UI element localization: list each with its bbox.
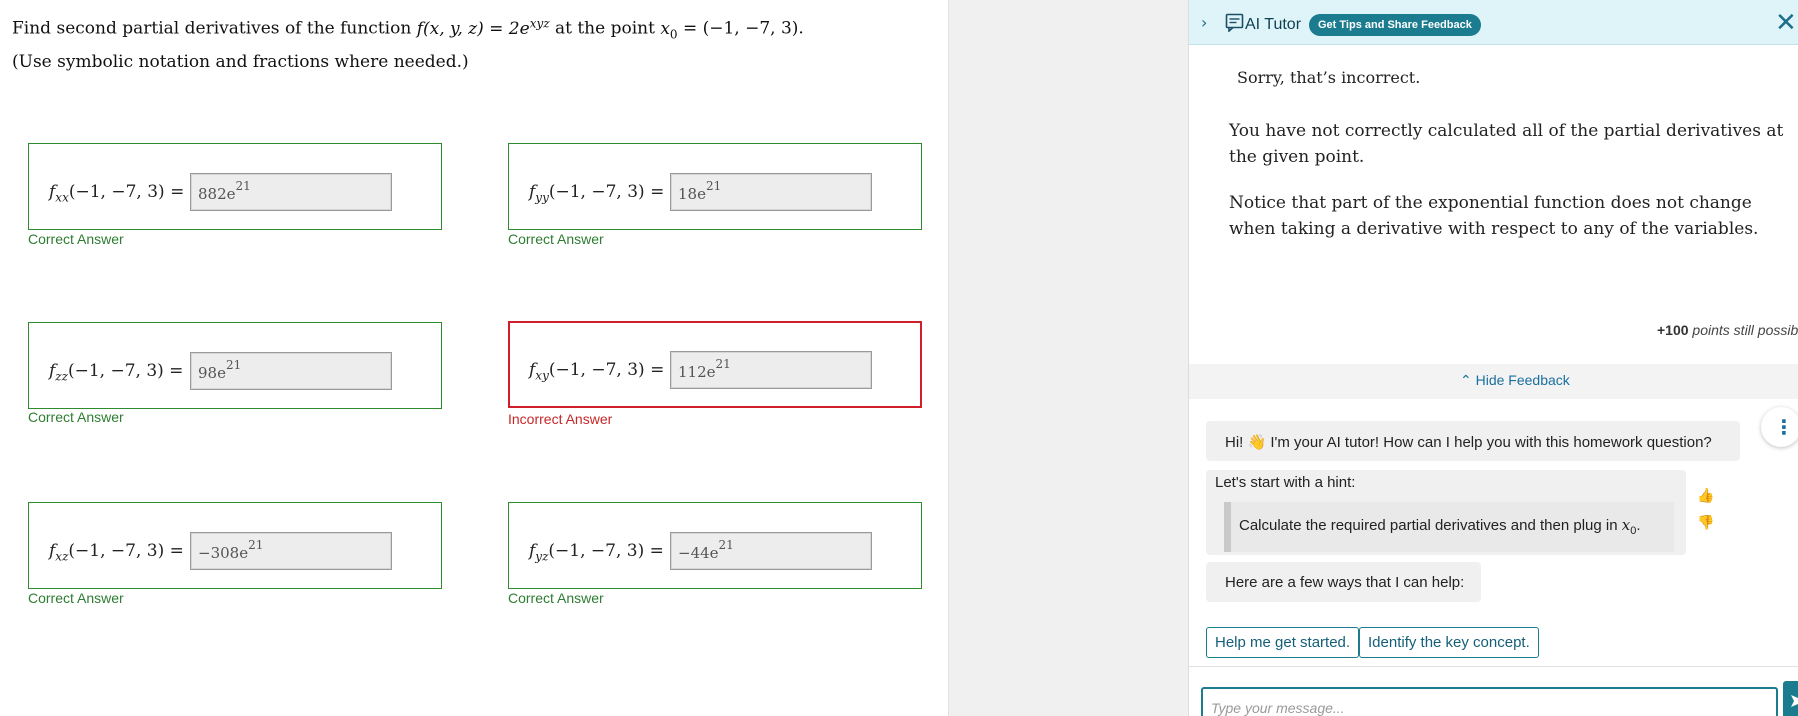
- answer-label: fxz(−1, −7, 3) =: [49, 541, 184, 564]
- answer-input-fyy[interactable]: 18e21: [670, 173, 872, 211]
- question-prompt: Find second partial derivatives of the f…: [12, 16, 804, 41]
- hide-feedback-link[interactable]: ⌃ Hide Feedback: [1460, 372, 1570, 389]
- feedback-paragraph-1: You have not correctly calculated all of…: [1229, 121, 1784, 167]
- status-fxx: Correct Answer: [28, 231, 124, 247]
- thumbs-up-icon[interactable]: 👍: [1697, 488, 1714, 504]
- ways-bubble: Here are a few ways that I can help:: [1206, 562, 1481, 602]
- message-input[interactable]: Type your message...: [1201, 687, 1778, 716]
- status-fzz: Correct Answer: [28, 409, 124, 425]
- divider: [1189, 666, 1798, 667]
- answer-label: fzz(−1, −7, 3) =: [49, 361, 184, 384]
- greeting-bubble: Hi! 👋 I'm your AI tutor! How can I help …: [1206, 421, 1740, 461]
- answer-label: fxy(−1, −7, 3) =: [529, 360, 665, 383]
- feedback-paragraph-2: Notice that part of the exponential func…: [1229, 193, 1759, 239]
- tutor-title: AI Tutor: [1245, 16, 1302, 33]
- tips-feedback-button[interactable]: Get Tips and Share Feedback: [1309, 14, 1481, 36]
- answer-label: fyy(−1, −7, 3) =: [529, 182, 665, 205]
- answer-input-fxx[interactable]: 882e21: [190, 173, 392, 211]
- status-fxz: Correct Answer: [28, 590, 124, 606]
- help-get-started-button[interactable]: Help me get started.: [1206, 627, 1360, 658]
- collapse-chevron-icon[interactable]: ›: [1201, 13, 1207, 32]
- identify-key-concept-button[interactable]: Identify the key concept.: [1359, 627, 1539, 658]
- chat-tutor-icon: [1225, 13, 1244, 32]
- tutor-header: › AI Tutor Get Tips and Share Feedback ✕: [1189, 0, 1798, 45]
- send-button[interactable]: [1783, 681, 1798, 716]
- answer-input-fyz[interactable]: −44e21: [670, 532, 872, 570]
- more-options-icon[interactable]: ⋮: [1761, 407, 1798, 447]
- thumbs-down-icon[interactable]: 👎: [1697, 515, 1714, 531]
- answer-input-fzz[interactable]: 98e21: [190, 352, 392, 390]
- status-fyy: Correct Answer: [508, 231, 604, 247]
- answer-box-fxz: fxz(−1, −7, 3) = −308e21: [28, 502, 442, 589]
- answer-input-fxy[interactable]: 112e21: [670, 351, 872, 389]
- answer-label: fxx(−1, −7, 3) =: [49, 182, 185, 205]
- point-expression: x0: [660, 18, 678, 42]
- answer-label: fyz(−1, −7, 3) =: [529, 541, 664, 564]
- waving-hand-icon: 👋: [1247, 434, 1267, 451]
- status-fyz: Correct Answer: [508, 590, 604, 606]
- answer-box-fyz: fyz(−1, −7, 3) = −44e21: [508, 502, 922, 589]
- question-note: (Use symbolic notation and fractions whe…: [12, 52, 469, 72]
- answer-box-fxy: fxy(−1, −7, 3) = 112e21: [508, 321, 922, 408]
- status-fxy: Incorrect Answer: [508, 411, 613, 427]
- answer-box-fyy: fyy(−1, −7, 3) = 18e21: [508, 143, 922, 230]
- prompt-mid: at the point: [549, 18, 661, 39]
- answer-input-fxz[interactable]: −308e21: [190, 532, 392, 570]
- ai-tutor-panel: › AI Tutor Get Tips and Share Feedback ✕…: [1188, 0, 1798, 716]
- prompt-prefix: Find second partial derivatives of the f…: [12, 18, 417, 39]
- answer-box-fzz: fzz(−1, −7, 3) = 98e21: [28, 322, 442, 409]
- close-icon[interactable]: ✕: [1775, 8, 1797, 38]
- hint-quote: Calculate the required partial derivativ…: [1224, 502, 1674, 552]
- hint-intro: Let's start with a hint:: [1215, 474, 1356, 491]
- question-panel: Find second partial derivatives of the f…: [0, 0, 949, 716]
- feedback-sorry: Sorry, that’s incorrect.: [1237, 68, 1421, 87]
- send-icon: [1791, 695, 1798, 707]
- points-remaining: +100 points still possible: [1657, 322, 1798, 338]
- function-expression: f(x, y, z) = 2exyz: [416, 16, 550, 39]
- point-value: = (−1, −7, 3).: [677, 18, 804, 39]
- answer-box-fxx: fxx(−1, −7, 3) = 882e21: [28, 143, 442, 230]
